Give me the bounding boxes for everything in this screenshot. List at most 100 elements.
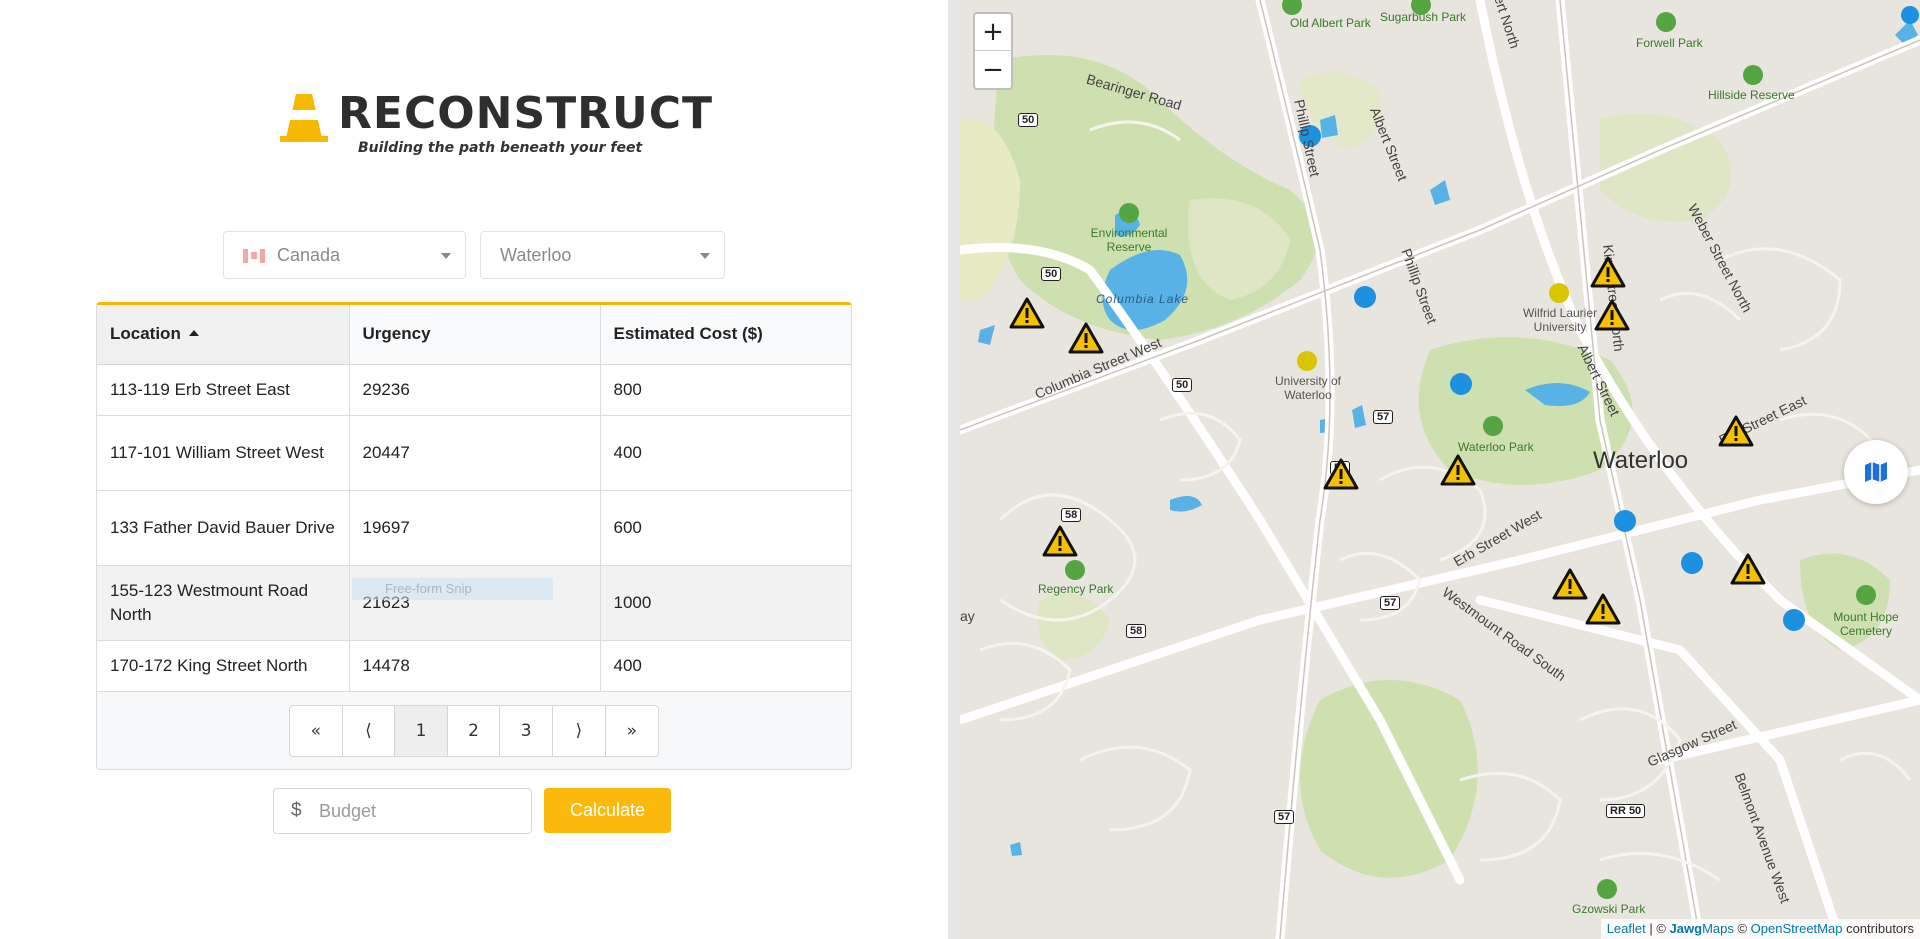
pagination-last-button[interactable]: » xyxy=(606,706,659,756)
map-label-gzowski-park: Gzowski Park xyxy=(1572,902,1646,916)
budget-input[interactable] xyxy=(319,797,519,825)
warning-marker-icon[interactable] xyxy=(1323,458,1359,490)
chevron-down-icon xyxy=(441,253,451,259)
cell-location: 133 Father David Bauer Drive xyxy=(97,490,350,566)
column-header-location[interactable]: Location xyxy=(97,305,350,365)
logo: RECONSTRUCT Building the path beneath yo… xyxy=(278,88,712,160)
attribution-separator: | © xyxy=(1645,921,1670,936)
warning-marker-icon[interactable] xyxy=(1042,525,1078,557)
free-form-snip-tooltip: Free-form Snip xyxy=(352,578,553,600)
map-label-environmental-reserve: Environmental Reserve xyxy=(1090,226,1168,254)
pagination: « ⟨ 1 2 3 ⟩ » xyxy=(289,705,660,757)
attribution-separator: © xyxy=(1733,921,1751,936)
pagination-first-button[interactable]: « xyxy=(290,706,343,756)
map-label-waterloo: Waterloo xyxy=(1593,447,1689,474)
map-label-mount-hope: Mount Hope Cemetery xyxy=(1833,610,1899,638)
map-attribution: Leaflet | © JawgMaps © OpenStreetMap con… xyxy=(1600,919,1920,939)
leaflet-link[interactable]: Leaflet xyxy=(1607,921,1646,936)
country-select[interactable]: Canada xyxy=(223,231,466,279)
cell-urgency: 19697 xyxy=(349,490,601,566)
warning-marker-icon[interactable] xyxy=(1718,415,1754,447)
panel-divider[interactable] xyxy=(948,0,960,939)
cell-urgency: 21623 xyxy=(349,565,601,641)
canada-flag-icon xyxy=(243,249,265,263)
cell-location: 155-123 Westmount Road North xyxy=(97,565,350,641)
warning-marker-icon[interactable] xyxy=(1440,454,1476,486)
sort-ascending-icon xyxy=(188,330,199,337)
city-select-value: Waterloo xyxy=(500,245,572,265)
warning-marker-icon[interactable] xyxy=(1585,593,1621,625)
warning-marker-icon[interactable] xyxy=(1068,322,1104,354)
street-label-ay: ay xyxy=(960,608,975,624)
country-select-value: Canada xyxy=(277,245,341,265)
warning-marker-icon[interactable] xyxy=(1009,297,1045,329)
table-row[interactable]: 133 Father David Bauer Drive 19697 600 xyxy=(97,490,851,566)
warning-marker-icon[interactable] xyxy=(1552,568,1588,600)
road-shield: 57 xyxy=(1274,810,1295,824)
road-shield: 50 xyxy=(1041,267,1062,281)
zoom-control: + − xyxy=(973,12,1013,90)
app-title: RECONSTRUCT xyxy=(338,88,714,139)
cell-cost: 400 xyxy=(600,640,851,692)
table-header-row: Location Urgency Estimated Cost ($) xyxy=(97,305,851,365)
cell-urgency: 20447 xyxy=(349,415,601,491)
map-label-hillside-reserve: Hillside Reserve xyxy=(1708,88,1795,102)
map-label-waterloo-park: Waterloo Park xyxy=(1458,440,1534,454)
column-header-cost[interactable]: Estimated Cost ($) xyxy=(600,305,851,365)
column-header-urgency[interactable]: Urgency xyxy=(349,305,601,365)
warning-marker-icon[interactable] xyxy=(1594,299,1630,331)
map-layers-button[interactable] xyxy=(1844,440,1908,504)
cell-cost: 1000 xyxy=(600,565,851,641)
jawg-link[interactable]: Maps xyxy=(1702,921,1734,936)
cell-cost: 600 xyxy=(600,490,851,566)
pagination-page-2[interactable]: 2 xyxy=(448,706,501,756)
map-label-columbia-lake: Columbia Lake xyxy=(1096,292,1190,306)
left-panel: RECONSTRUCT Building the path beneath yo… xyxy=(0,0,948,939)
osm-link[interactable]: OpenStreetMap xyxy=(1751,921,1843,936)
pagination-page-1[interactable]: 1 xyxy=(395,706,448,756)
map-label-wilfrid-laurier: Wilfrid Laurier University xyxy=(1522,306,1597,334)
road-shield: 58 xyxy=(1061,508,1082,522)
traffic-cone-icon xyxy=(280,94,328,142)
map-icon xyxy=(1865,462,1887,482)
pagination-prev-button[interactable]: ⟨ xyxy=(343,706,396,756)
map-label-sugarbush-park: Sugarbush Park xyxy=(1380,10,1467,24)
road-shield: RR 50 xyxy=(1606,804,1646,818)
app-tagline: Building the path beneath your feet xyxy=(358,140,643,156)
road-shield: 58 xyxy=(1126,624,1147,638)
cell-urgency: 29236 xyxy=(349,364,601,416)
zoom-out-button[interactable]: − xyxy=(975,51,1011,88)
map-view[interactable]: Old Albert Park Sugarbush Park Forwell P… xyxy=(960,0,1920,939)
cell-urgency: 14478 xyxy=(349,640,601,692)
table-row[interactable]: 170-172 King Street North 14478 400 xyxy=(97,640,851,692)
cell-cost: 800 xyxy=(600,364,851,416)
city-select[interactable]: Waterloo xyxy=(480,231,725,279)
table-row[interactable]: 113-119 Erb Street East 29236 800 xyxy=(97,364,851,416)
zoom-in-button[interactable]: + xyxy=(975,14,1011,51)
pagination-page-3[interactable]: 3 xyxy=(500,706,553,756)
map-label-university-waterloo: University of Waterloo xyxy=(1274,374,1342,402)
warning-marker-icon[interactable] xyxy=(1730,553,1766,585)
road-shield: 57 xyxy=(1380,596,1401,610)
road-shield: 50 xyxy=(1018,113,1039,127)
table-row[interactable]: 117-101 William Street West 20447 400 xyxy=(97,415,851,491)
chevron-down-icon xyxy=(700,253,710,259)
road-shield: 50 xyxy=(1172,378,1193,392)
attribution-tail: contributors xyxy=(1842,921,1914,936)
cell-location: 117-101 William Street West xyxy=(97,415,350,491)
warning-marker-icon[interactable] xyxy=(1590,256,1626,288)
cell-cost: 400 xyxy=(600,415,851,491)
column-header-label: Location xyxy=(110,324,181,344)
budget-field: $ xyxy=(273,788,532,834)
dollar-icon: $ xyxy=(291,800,302,821)
jawg-link-bold[interactable]: Jawg xyxy=(1670,921,1703,936)
pagination-next-button[interactable]: ⟩ xyxy=(553,706,606,756)
map-label-old-albert-park: Old Albert Park xyxy=(1290,16,1371,30)
road-shield: 57 xyxy=(1373,410,1394,424)
cell-location: 113-119 Erb Street East xyxy=(97,364,350,416)
repairs-table: Location Urgency Estimated Cost ($) 113-… xyxy=(97,305,851,692)
repairs-table-container: Location Urgency Estimated Cost ($) 113-… xyxy=(96,302,852,770)
table-row[interactable]: 155-123 Westmount Road North 21623 1000 xyxy=(97,565,851,641)
map-label-regency-park: Regency Park xyxy=(1038,582,1114,596)
calculate-button[interactable]: Calculate xyxy=(544,788,671,833)
